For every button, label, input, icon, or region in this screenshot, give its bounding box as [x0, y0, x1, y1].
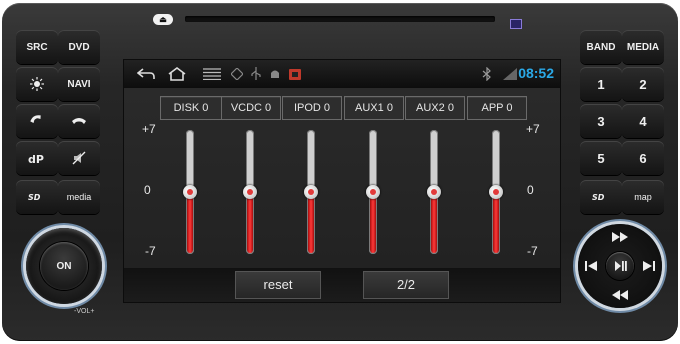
- preset-1-button[interactable]: 1: [580, 67, 622, 101]
- eq-channel-label: AUX2 0: [405, 96, 465, 120]
- eq-slider-knob[interactable]: [183, 185, 197, 199]
- scale-mid-left: 0: [144, 183, 151, 197]
- sd-card-button-left[interactable]: SD: [16, 180, 58, 214]
- nav-status-icon: [230, 66, 244, 82]
- eq-channel-label: APP 0: [467, 96, 527, 120]
- skip-back-icon: [585, 261, 597, 271]
- eq-channel-label: DISK 0: [160, 96, 222, 120]
- scale-top-left: +7: [142, 122, 156, 136]
- home-icon[interactable]: [166, 66, 188, 82]
- android-debug-icon: [268, 66, 282, 82]
- brightness-button[interactable]: [16, 67, 58, 101]
- eq-channel-label: AUX1 0: [344, 96, 404, 120]
- eq-slider-fill: [247, 192, 253, 253]
- music-note-icon: dP: [28, 153, 44, 164]
- disc-slot: [185, 16, 495, 22]
- eq-slider-knob[interactable]: [427, 185, 441, 199]
- card-slot-indicator: [510, 19, 522, 29]
- navi-button[interactable]: NAVI: [58, 67, 100, 101]
- band-button[interactable]: BAND: [580, 30, 622, 64]
- volume-label: -VOL+: [74, 308, 95, 315]
- reset-button[interactable]: reset: [235, 271, 321, 299]
- volume-knob[interactable]: ON: [26, 228, 102, 304]
- scale-bottom-right: -7: [527, 244, 538, 258]
- play-pause-button[interactable]: [606, 252, 634, 280]
- eq-slider-fill: [187, 192, 193, 253]
- preset-2-button[interactable]: 2: [622, 67, 664, 101]
- menu-icon[interactable]: [202, 66, 222, 82]
- notification-icon: [288, 66, 302, 82]
- mute-button[interactable]: [58, 141, 100, 175]
- status-bar: 08:52: [124, 60, 560, 89]
- sd-card-button-right[interactable]: SD: [580, 180, 622, 214]
- mute-icon: [72, 151, 86, 165]
- eq-slider-fill: [493, 192, 499, 253]
- preset-3-button[interactable]: 3: [580, 104, 622, 138]
- clock: 08:52: [518, 65, 554, 81]
- eq-channel-label: VCDC 0: [221, 96, 281, 120]
- sd-card-icon: SD: [28, 193, 41, 201]
- svg-text:SD: SD: [28, 193, 41, 201]
- map-button[interactable]: map: [622, 180, 664, 214]
- equalizer-panel: +7 0 -7 +7 0 -7 DISK 0 VCDC 0 IPOD 0 AUX1 0…: [124, 88, 560, 268]
- svg-text:dP: dP: [28, 153, 44, 164]
- dvd-button[interactable]: DVD: [58, 30, 100, 64]
- page-button[interactable]: 2/2: [363, 271, 449, 299]
- fast-forward-icon: [612, 232, 628, 242]
- eq-slider-knob[interactable]: [489, 185, 503, 199]
- svg-text:SD: SD: [592, 193, 605, 201]
- eq-slider-fill: [431, 192, 437, 253]
- sound-button[interactable]: dP: [16, 141, 58, 175]
- src-button[interactable]: SRC: [16, 30, 58, 64]
- usb-icon: [250, 66, 262, 82]
- fast-forward-button[interactable]: [608, 230, 632, 244]
- scale-mid-right: 0: [527, 183, 534, 197]
- power-button[interactable]: ON: [40, 242, 88, 290]
- touch-screen: 08:52 +7 0 -7 +7 0 -7 DISK 0 VCDC 0 IPOD 0…: [124, 60, 560, 302]
- call-answer-button[interactable]: [16, 104, 58, 138]
- bluetooth-icon: [480, 66, 494, 82]
- scale-top-right: +7: [526, 122, 540, 136]
- eq-slider-knob[interactable]: [366, 185, 380, 199]
- skip-forward-icon: [643, 261, 655, 271]
- back-icon[interactable]: [136, 66, 156, 82]
- preset-6-button[interactable]: 6: [622, 141, 664, 175]
- eq-channel-label: IPOD 0: [282, 96, 342, 120]
- rewind-button[interactable]: [608, 288, 632, 302]
- rewind-icon: [612, 290, 628, 300]
- transport-pad: [578, 224, 662, 308]
- scale-bottom-left: -7: [145, 244, 156, 258]
- preset-5-button[interactable]: 5: [580, 141, 622, 175]
- phone-answer-icon: [30, 115, 41, 123]
- sd-card-icon: SD: [592, 193, 605, 201]
- media-button[interactable]: MEDIA: [622, 30, 664, 64]
- eq-slider-fill: [308, 192, 314, 253]
- previous-track-button[interactable]: [582, 258, 600, 274]
- phone-hangup-icon: [72, 118, 86, 124]
- call-hangup-button[interactable]: [58, 104, 100, 138]
- sun-icon: [30, 77, 44, 91]
- eq-slider-knob[interactable]: [243, 185, 257, 199]
- next-track-button[interactable]: [640, 258, 658, 274]
- eq-slider-fill: [370, 192, 376, 253]
- eq-slider-knob[interactable]: [304, 185, 318, 199]
- media-button-left[interactable]: media: [58, 180, 100, 214]
- signal-icon: [502, 66, 518, 82]
- eject-button[interactable]: ⏏: [153, 14, 173, 25]
- play-pause-icon: [615, 261, 627, 271]
- preset-4-button[interactable]: 4: [622, 104, 664, 138]
- bottom-bar: reset 2/2: [124, 268, 560, 302]
